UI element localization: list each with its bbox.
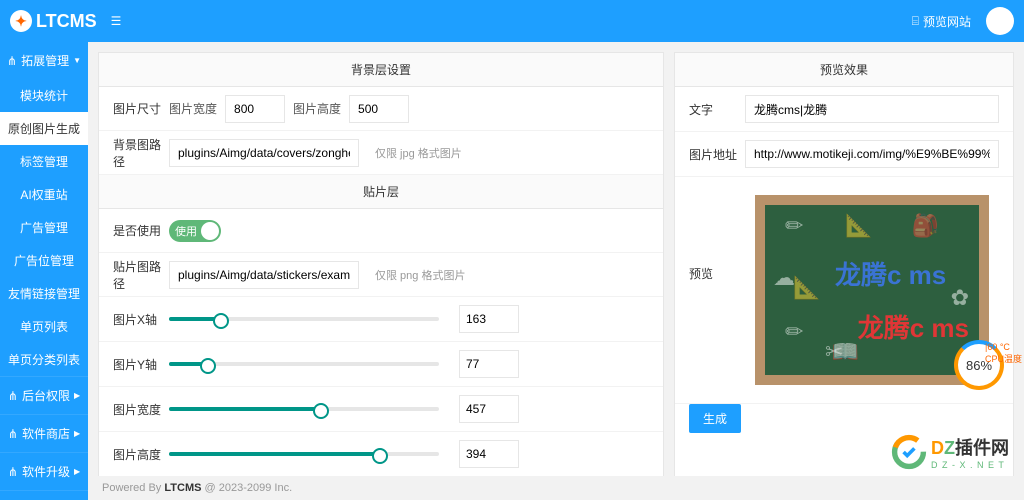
monitor-icon: ⌸	[912, 14, 919, 29]
sidebar-item-7[interactable]: 单页列表	[0, 310, 88, 343]
sidebar-item-4[interactable]: 广告管理	[0, 211, 88, 244]
img-height-input[interactable]	[349, 95, 409, 123]
generate-button[interactable]: 生成	[689, 404, 741, 433]
row-s1-w: 图片宽度	[99, 387, 663, 432]
s1-h-input[interactable]	[459, 440, 519, 468]
sidebar-group-4[interactable]: ⋔ 新闻管理 ▶	[0, 491, 88, 500]
s1-y-slider[interactable]	[169, 362, 439, 366]
sidebar-item-2[interactable]: 标签管理	[0, 145, 88, 178]
sidebar-group-0[interactable]: ⋔ 拓展管理 ▼	[0, 42, 88, 79]
sidebar-item-5[interactable]: 广告位管理	[0, 244, 88, 277]
logo-icon: ✦	[10, 10, 32, 32]
s1-x-input[interactable]	[459, 305, 519, 333]
preview-text-input[interactable]	[745, 95, 999, 123]
sticker-section-title: 贴片层	[99, 175, 663, 209]
preview-title: 预览效果	[675, 53, 1013, 87]
sidebar-item-8[interactable]: 单页分类列表	[0, 343, 88, 376]
preview-panel: 预览效果 文字 图片地址 预览 ✏	[674, 52, 1014, 490]
row-bg-path: 背景图路径 仅限 jpg 格式图片	[99, 131, 663, 175]
hamburger-icon[interactable]: ☰	[107, 10, 126, 32]
preview-site-link[interactable]: ⌸ 预览网站	[912, 13, 971, 30]
row-sticker-path: 贴片图路径 仅限 png 格式图片	[99, 253, 663, 297]
settings-panel: 背景层设置 图片尺寸 图片宽度 图片高度 背景图路径 仅限 jpg 格式图片	[98, 52, 664, 490]
s1-x-slider[interactable]	[169, 317, 439, 321]
row-s1-y: 图片Y轴	[99, 342, 663, 387]
preview-image: ✏ 📐 🎒 ☁ 📐 ✏ ✂ ✿ 📖 龙腾c ms 龙腾c ms	[755, 195, 989, 385]
row-img-size: 图片尺寸 图片宽度 图片高度	[99, 87, 663, 131]
sidebar-item-3[interactable]: AI权重站	[0, 178, 88, 211]
row-sticker-enable: 是否使用 使用	[99, 209, 663, 253]
row-s1-x: 图片X轴	[99, 297, 663, 342]
sidebar-group-1[interactable]: ⋔ 后台权限 ▶	[0, 377, 88, 414]
img-width-input[interactable]	[225, 95, 285, 123]
sticker-path-input[interactable]	[169, 261, 359, 289]
preview-site-label: 预览网站	[923, 13, 971, 30]
row-s1-h: 图片高度	[99, 432, 663, 477]
s1-w-slider[interactable]	[169, 407, 439, 411]
s1-y-input[interactable]	[459, 350, 519, 378]
bg-path-input[interactable]	[169, 139, 359, 167]
preview-url-input[interactable]	[745, 140, 999, 168]
logo[interactable]: ✦ LTCMS	[10, 10, 97, 32]
footer: Powered By LTCMS @ 2023-2099 Inc.	[88, 476, 1024, 500]
sidebar-item-6[interactable]: 友情链接管理	[0, 277, 88, 310]
top-header: ✦ LTCMS ☰ ⌸ 预览网站	[0, 0, 1024, 42]
avatar[interactable]	[986, 7, 1014, 35]
s1-h-slider[interactable]	[169, 452, 439, 456]
sidebar-group-3[interactable]: ⋔ 软件升级 ▶	[0, 453, 88, 490]
sidebar-group-2[interactable]: ⋔ 软件商店 ▶	[0, 415, 88, 452]
watermark: DZ插件网 D Z - X . N E T	[891, 434, 1009, 470]
sticker-enable-toggle[interactable]: 使用	[169, 220, 221, 242]
bg-section-title: 背景层设置	[99, 53, 663, 87]
logo-text: LTCMS	[36, 11, 97, 32]
s1-w-input[interactable]	[459, 395, 519, 423]
sidebar: ⋔ 拓展管理 ▼模块统计原创图片生成标签管理AI权重站广告管理广告位管理友情链接…	[0, 42, 88, 500]
sidebar-item-1[interactable]: 原创图片生成	[0, 112, 88, 145]
sidebar-item-0[interactable]: 模块统计	[0, 79, 88, 112]
